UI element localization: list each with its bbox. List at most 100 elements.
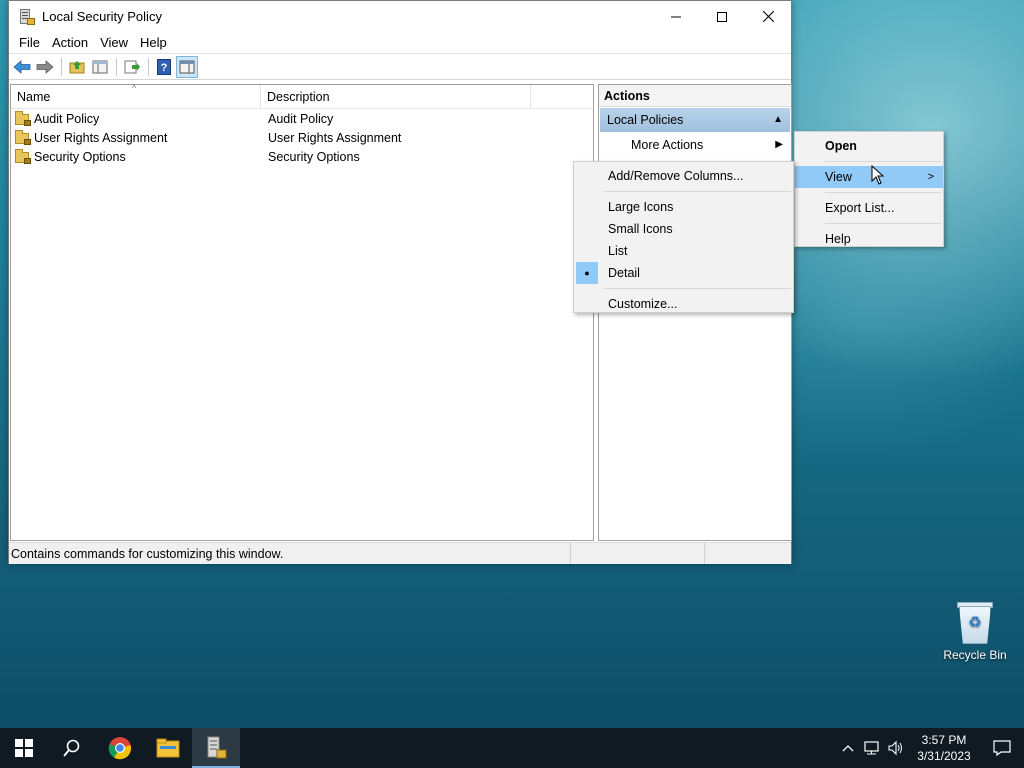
- file-explorer-icon: [156, 738, 180, 758]
- list-item-name: Audit Policy: [34, 111, 100, 126]
- search-button[interactable]: [48, 728, 96, 768]
- chrome-icon: [108, 737, 132, 760]
- menu-item-view-label: View: [825, 170, 852, 184]
- toolbar-separator: [116, 57, 117, 76]
- toolbar-separator: [148, 57, 149, 76]
- recycle-bin-desktop-icon[interactable]: ♻ Recycle Bin: [938, 600, 1012, 662]
- list-item[interactable]: User Rights Assignment User Rights Assig…: [11, 128, 593, 147]
- list-item-description: Audit Policy: [268, 111, 334, 126]
- status-bar: Contains commands for customizing this w…: [9, 542, 791, 564]
- clock[interactable]: 3:57 PM 3/31/2023: [908, 732, 980, 764]
- show-hide-action-pane-icon: [179, 60, 195, 73]
- search-icon: [63, 739, 80, 757]
- view-submenu: Add/Remove Columns... Large Icons Small …: [573, 161, 794, 313]
- menu-item-detail-label: Detail: [608, 266, 640, 280]
- mouse-pointer-icon: [871, 165, 885, 185]
- menu-action[interactable]: Action: [46, 32, 94, 54]
- recycle-bin-label: Recycle Bin: [943, 648, 1007, 662]
- clock-time: 3:57 PM: [921, 733, 967, 747]
- menu-separator: [604, 191, 791, 192]
- details-list-pane: Name Description ^ Audit Policy Audit Po…: [10, 83, 594, 541]
- forward-button[interactable]: [34, 56, 56, 78]
- show-hide-console-tree-button[interactable]: [89, 56, 111, 78]
- chevron-up-icon: [842, 745, 854, 752]
- clock-date: 3/31/2023: [917, 749, 971, 763]
- actions-pane-title: Actions: [599, 85, 791, 107]
- action-center-button[interactable]: [980, 728, 1024, 768]
- menu-separator: [604, 288, 791, 289]
- list-item[interactable]: Security Options Security Options: [11, 147, 593, 166]
- sort-ascending-icon: ^: [132, 83, 137, 93]
- back-arrow-icon: [13, 59, 31, 74]
- policy-folder-icon: [15, 148, 31, 164]
- title-bar[interactable]: Local Security Policy: [9, 1, 791, 32]
- speaker-icon: [888, 740, 902, 756]
- help-button[interactable]: ?: [153, 56, 175, 78]
- minimize-button[interactable]: [653, 1, 699, 32]
- show-hidden-icons-button[interactable]: [836, 728, 860, 768]
- forward-arrow-icon: [36, 59, 54, 74]
- menu-view[interactable]: View: [94, 32, 134, 54]
- taskbar-file-explorer[interactable]: [144, 728, 192, 768]
- submenu-chevron-icon: >: [927, 171, 934, 183]
- menu-separator: [825, 192, 941, 193]
- column-header-description[interactable]: Description: [261, 85, 531, 109]
- menu-item-open[interactable]: Open: [795, 135, 943, 157]
- menu-item-export-list[interactable]: Export List...: [795, 197, 943, 219]
- selected-bullet-icon: ●: [576, 262, 598, 284]
- show-hide-action-pane-button[interactable]: [176, 55, 198, 78]
- more-actions-item[interactable]: More Actions ▶: [599, 133, 791, 157]
- list-item[interactable]: Audit Policy Audit Policy: [11, 109, 593, 128]
- menu-separator: [825, 223, 941, 224]
- system-tray: 3:57 PM 3/31/2023: [836, 728, 1024, 768]
- recycle-bin-icon: ♻: [955, 600, 995, 644]
- status-segment: [571, 543, 705, 564]
- actions-section-local-policies[interactable]: Local Policies ▲: [600, 108, 790, 132]
- more-actions-label: More Actions: [631, 138, 704, 152]
- menu-item-view[interactable]: View >: [795, 166, 943, 188]
- policy-folder-icon: [15, 110, 31, 126]
- collapse-arrow-icon[interactable]: ▲: [773, 108, 783, 132]
- menu-item-list[interactable]: List: [574, 240, 793, 262]
- export-list-button[interactable]: [121, 56, 143, 78]
- actions-context-menu: Open View > Export List... Help: [794, 131, 944, 247]
- menu-item-large-icons[interactable]: Large Icons: [574, 196, 793, 218]
- up-one-level-button[interactable]: [66, 56, 88, 78]
- actions-section-label: Local Policies: [607, 113, 684, 127]
- toolbar-separator: [61, 57, 62, 76]
- taskbar-chrome[interactable]: [96, 728, 144, 768]
- toolbar: ?: [9, 54, 791, 80]
- windows-logo-icon: [15, 739, 33, 757]
- close-button[interactable]: [745, 1, 791, 32]
- security-policy-app-icon: [19, 8, 35, 25]
- maximize-icon: [717, 11, 727, 22]
- menu-item-add-remove-columns[interactable]: Add/Remove Columns...: [574, 165, 793, 187]
- menu-item-detail[interactable]: ● Detail: [574, 262, 793, 284]
- menu-bar: File Action View Help: [9, 32, 791, 54]
- list-header: Name Description ^: [11, 83, 593, 109]
- export-list-icon: [124, 60, 140, 73]
- close-icon: [762, 11, 774, 22]
- security-policy-app-icon: [207, 736, 227, 759]
- menu-help[interactable]: Help: [134, 32, 173, 54]
- window-title: Local Security Policy: [42, 9, 162, 24]
- menu-separator: [825, 161, 941, 162]
- network-button[interactable]: [860, 728, 884, 768]
- menu-item-small-icons[interactable]: Small Icons: [574, 218, 793, 240]
- list-item-description: User Rights Assignment: [268, 130, 402, 145]
- maximize-button[interactable]: [699, 1, 745, 32]
- menu-file[interactable]: File: [13, 32, 46, 54]
- svg-text:?: ?: [161, 62, 168, 74]
- menu-item-customize[interactable]: Customize...: [574, 293, 793, 315]
- help-icon: ?: [157, 58, 171, 75]
- menu-item-help[interactable]: Help: [795, 228, 943, 250]
- status-text: Contains commands for customizing this w…: [9, 543, 571, 564]
- start-button[interactable]: [0, 728, 48, 768]
- taskbar-local-security-policy[interactable]: [192, 728, 240, 768]
- volume-button[interactable]: [884, 728, 908, 768]
- submenu-arrow-icon: ▶: [775, 139, 783, 150]
- policy-folder-icon: [15, 129, 31, 145]
- taskbar: 3:57 PM 3/31/2023: [0, 728, 1024, 768]
- list-item-description: Security Options: [268, 149, 360, 164]
- back-button[interactable]: [11, 56, 33, 78]
